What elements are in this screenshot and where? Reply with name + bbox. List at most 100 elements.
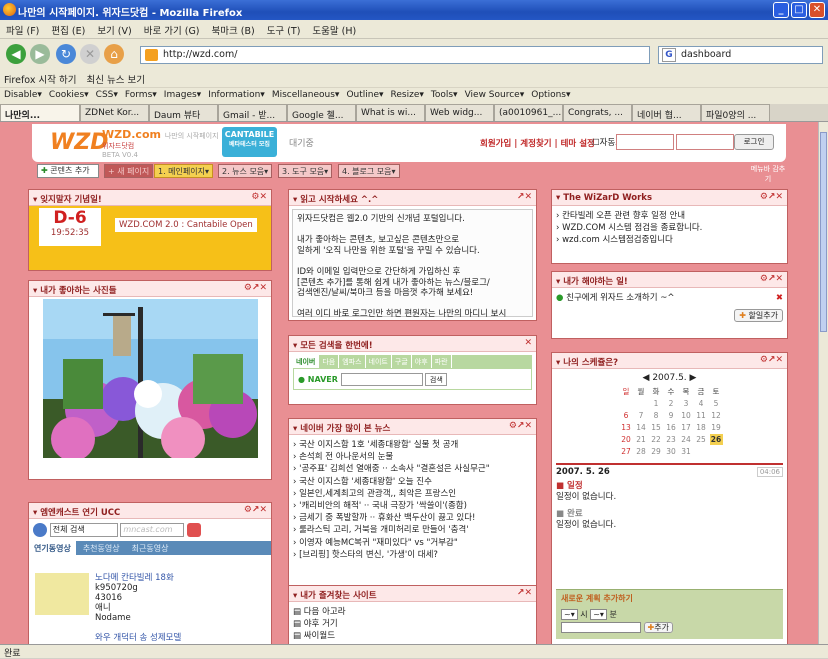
engine-yahoo[interactable]: 야후 [412,355,432,368]
login-button[interactable]: 로그인 [734,134,774,150]
news-item[interactable]: › '캐리비안의 해적' ·· 국내 극장가 '싹쓸이'(종합) [293,500,532,512]
naver-search-input[interactable] [340,373,423,386]
dev-css[interactable]: CSS▾ [96,90,118,102]
next-month-icon[interactable]: ▶ [687,373,697,383]
engine-nate[interactable]: 네이트 [366,355,392,368]
engine-naver[interactable]: 네이버 [293,355,320,368]
dev-disable[interactable]: Disable▾ [4,90,42,102]
calendar-day[interactable]: 31 [680,446,693,457]
tab-file[interactable]: 파일0양의 ... [701,104,770,121]
hour-select[interactable]: ~▾ [561,609,578,620]
tab-google[interactable]: Google 첼... [287,104,356,121]
fav-item[interactable]: ▤ 다음 아고라 [293,606,532,618]
cantabile-banner[interactable]: CANTABILE 베타테스터 모집 [222,127,277,157]
forward-icon[interactable]: ▶ [30,44,50,64]
news-item[interactable]: › 금세기 중 폭발할까 ·· 휴화산 백두산이 끓고 있다! [293,512,532,524]
news-item[interactable]: › 이영자 예능MC복귀 "재미있다" vs "거부감" [293,537,532,549]
widget-controls[interactable]: ⚙↗✕ [509,421,532,431]
tab-blogs[interactable]: 4. 블로그 모음▾ [338,164,400,178]
reload-icon[interactable]: ↻ [56,44,76,64]
calendar-day[interactable]: 4 [695,398,708,409]
menu-view[interactable]: 보기 (V) [97,23,131,37]
add-content-button[interactable]: ✚ 콘텐츠 추가 [37,164,99,178]
calendar-day[interactable]: 7 [635,410,648,421]
wzd-logo-text[interactable]: WZD.com 나만의 시작페이지 위자드닷컴 BETA V0.4 [102,128,219,159]
bookmark-latest-news[interactable]: 최신 뉴스 보기 [86,72,144,86]
home-icon[interactable]: ⌂ [104,44,124,64]
widget-controls[interactable]: ⚙↗✕ [760,192,783,202]
news-item[interactable]: › 일본인,세계최고의 관광객,, 최악은 프랑스인 [293,488,532,500]
dev-tools[interactable]: Tools▾ [431,90,458,102]
tab-daum[interactable]: Daum 뷰타 [149,104,218,121]
tab-main-page[interactable]: 1. 메인페이지▾ [154,164,213,178]
news-item[interactable]: › 손석희 전 아나운서의 눈물 [293,451,532,463]
video-title-2[interactable]: 와우 개덕터 송 성제모델 [95,631,181,643]
maximize-button[interactable]: □ [791,2,807,18]
close-button[interactable]: ✕ [809,2,825,18]
dev-images[interactable]: Images▾ [164,90,201,102]
widget-controls[interactable]: ↗✕ [517,588,532,598]
calendar-day[interactable]: 25 [695,434,708,445]
news-item[interactable]: › 룰라스틱 고리, 거북을 개미허리로 만들어 '충격' [293,524,532,536]
hide-menu-button[interactable]: 메뉴바 감추기 [748,164,788,183]
widget-controls[interactable]: ⚙✕ [251,192,267,202]
dev-viewsource[interactable]: View Source▾ [465,90,525,102]
video-thumbnail[interactable] [35,573,89,615]
news-item[interactable]: › 국산 이지스함 1호 '세종대왕함' 실물 첫 공개 [293,439,532,451]
flower-photo[interactable] [43,299,258,458]
widget-controls[interactable]: ⚙↗✕ [244,283,267,293]
calendar-day[interactable]: 16 [665,422,678,433]
calendar-day[interactable]: 24 [680,434,693,445]
calendar-day[interactable]: 12 [710,410,723,421]
ucc-tab-popular[interactable]: 연기동영상 [29,541,76,555]
engine-paran[interactable]: 파란 [432,355,452,368]
new-page-button[interactable]: + 새 페이지 [104,164,154,178]
plan-input[interactable] [561,622,641,633]
ucc-search-input[interactable]: mncast.com [120,523,185,537]
widget-controls[interactable]: ✕ [524,338,532,348]
minute-select[interactable]: ~▾ [590,609,607,620]
tab-naver[interactable]: 네이버 협... [632,104,701,121]
calendar-day[interactable]: 10 [680,410,693,421]
bookmark-getting-started[interactable]: Firefox 시작 하기 [4,72,76,86]
wizard-item[interactable]: › 칸타빌레 오픈 관련 향후 일정 안내 [556,210,783,222]
calendar-day[interactable]: 13 [620,422,633,433]
calendar-day[interactable]: 6 [620,410,633,421]
stop-icon[interactable]: ✕ [80,44,100,64]
calendar-day[interactable]: 5 [710,398,723,409]
widget-controls[interactable]: ↗✕ [517,192,532,202]
widget-controls[interactable]: ⚙↗✕ [760,274,783,284]
calendar-day[interactable]: 28 [635,446,648,457]
menu-go[interactable]: 바로 가기 (G) [144,23,200,37]
dev-cookies[interactable]: Cookies▾ [49,90,89,102]
ucc-tab-recommended[interactable]: 추천동영상 [78,541,125,555]
tab-zdnet[interactable]: ZDNet Kor... [80,104,149,121]
calendar-day[interactable]: 19 [710,422,723,433]
ucc-search-button[interactable] [187,523,202,537]
calendar-day[interactable]: 3 [680,398,693,409]
calendar-day[interactable]: 11 [695,410,708,421]
calendar-day[interactable]: 1 [650,398,663,409]
calendar-day[interactable]: 23 [665,434,678,445]
tab-gmail[interactable]: Gmail - 받... [218,104,287,121]
fav-item[interactable]: ▤ 야후 거기 [293,618,532,630]
dev-misc[interactable]: Miscellaneous▾ [272,90,340,102]
ucc-tab-recent[interactable]: 최근동영상 [127,541,174,555]
engine-google[interactable]: 구글 [392,355,412,368]
calendar-day[interactable]: 8 [650,410,663,421]
calendar-day[interactable]: 18 [695,422,708,433]
calendar-day[interactable]: 26 [709,434,723,445]
dev-information[interactable]: Information▾ [208,90,265,102]
calendar-day[interactable]: 21 [635,434,648,445]
dev-forms[interactable]: Forms▾ [125,90,157,102]
wizard-item[interactable]: › WZD.COM 시스템 점검을 종료합니다. [556,222,783,234]
page-scrollbar[interactable] [818,122,828,644]
wzd-logo[interactable]: WZD [50,130,108,155]
dev-resize[interactable]: Resize▾ [391,90,424,102]
tab-a0010961[interactable]: (a0010961_... [494,104,563,121]
menu-tools[interactable]: 도구 (T) [267,23,301,37]
add-todo-button[interactable]: ✚ 할일추가 [734,309,783,322]
prev-month-icon[interactable]: ◀ [643,373,653,383]
minimize-button[interactable]: _ [773,2,789,18]
tab-news[interactable]: 2. 뉴스 모음▾ [218,164,273,178]
